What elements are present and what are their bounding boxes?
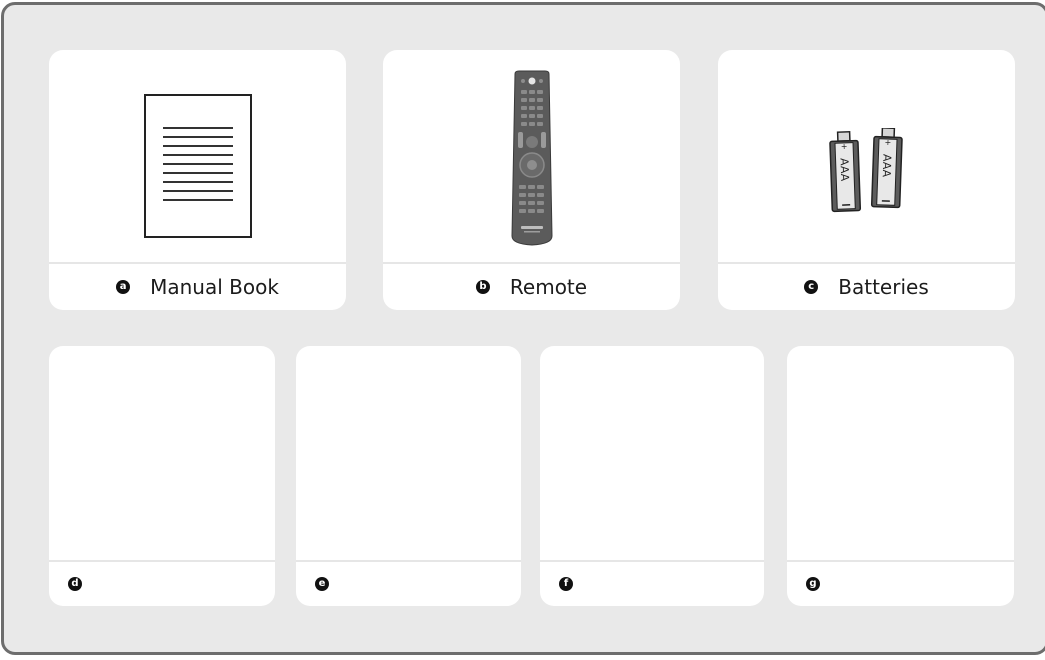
battery-type-label: AAA bbox=[879, 154, 893, 178]
item-label: Manual Book bbox=[150, 275, 279, 299]
item-letter-badge: a bbox=[116, 280, 131, 294]
item-caption: f bbox=[540, 562, 764, 606]
item-card-empty-e: e bbox=[296, 346, 521, 606]
item-card-empty-d: d bbox=[49, 346, 275, 606]
item-caption: g bbox=[787, 562, 1014, 606]
remote-control-icon bbox=[383, 70, 680, 246]
item-letter-badge: c bbox=[804, 280, 819, 294]
manual-book-icon bbox=[49, 93, 346, 239]
batteries-icon: + AAA + AAA bbox=[718, 128, 1015, 214]
item-letter-badge: b bbox=[475, 280, 490, 294]
item-card-remote: b Remote bbox=[383, 50, 680, 310]
item-letter-badge: f bbox=[559, 577, 573, 591]
item-letter-badge: e bbox=[315, 577, 329, 591]
battery-type-label: AAA bbox=[837, 158, 851, 182]
item-caption: d bbox=[49, 562, 275, 606]
item-label: Remote bbox=[509, 275, 588, 299]
svg-text:+: + bbox=[884, 138, 891, 147]
item-letter-badge: d bbox=[68, 577, 82, 591]
item-card-empty-f: f bbox=[540, 346, 764, 606]
item-caption: a Manual Book bbox=[49, 264, 346, 310]
item-letter-badge: g bbox=[806, 577, 820, 591]
accessories-panel: a Manual Book b Remote + AAA + AAA c Bat… bbox=[1, 2, 1045, 655]
item-card-batteries: + AAA + AAA c Batteries bbox=[718, 50, 1015, 310]
item-caption: b Remote bbox=[383, 264, 680, 310]
item-label: Batteries bbox=[838, 275, 929, 299]
item-caption: c Batteries bbox=[718, 264, 1015, 310]
item-caption: e bbox=[296, 562, 521, 606]
item-card-manual-book: a Manual Book bbox=[49, 50, 346, 310]
item-card-empty-g: g bbox=[787, 346, 1014, 606]
svg-text:+: + bbox=[840, 142, 847, 151]
